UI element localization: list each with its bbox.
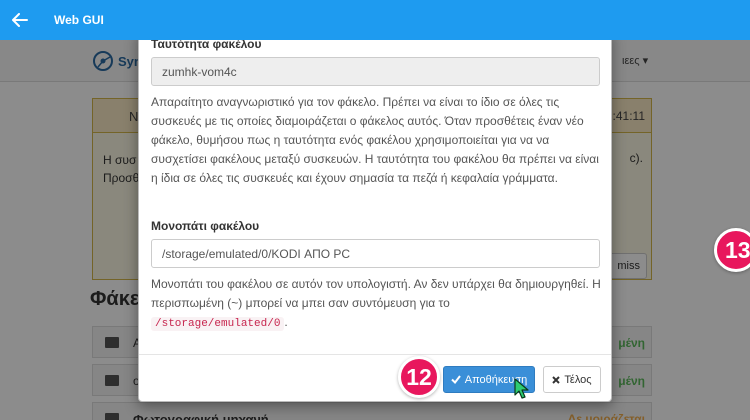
folder-path-help-end: . <box>284 315 288 329</box>
app-title: Web GUI <box>54 13 104 27</box>
folder-path-help: Μονοπάτι του φακέλου σε αυτόν τον υπολογ… <box>151 275 601 334</box>
folder-path-code: /storage/emulated/0 <box>151 317 285 331</box>
step-badge-13: 13 <box>714 228 750 272</box>
dialog-footer: Αποθήκευση Τέλος <box>139 354 611 401</box>
step-badge-12: 12 <box>398 356 440 398</box>
close-button[interactable]: Τέλος <box>543 366 601 393</box>
dialog-body: Ταυτότητα φακέλου Απαραίτητο αναγνωριστι… <box>139 31 611 354</box>
close-button-label: Τέλος <box>564 373 592 386</box>
app-bar: Web GUI <box>0 0 750 40</box>
folder-path-label: Μονοπάτι φακέλου <box>151 219 260 233</box>
mouse-cursor-icon <box>514 378 529 399</box>
arrow-left-icon <box>12 13 28 27</box>
edit-folder-dialog: Ταυτότητα φακέλου Απαραίτητο αναγνωριστι… <box>138 30 612 402</box>
close-icon <box>552 375 561 384</box>
folder-path-input[interactable] <box>151 239 600 268</box>
check-icon <box>451 375 461 384</box>
folder-id-help: Απαραίτητο αναγνωριστικό για τον φάκελο.… <box>151 95 599 185</box>
folder-path-help-text: Μονοπάτι του φακέλου σε αυτόν τον υπολογ… <box>151 277 601 310</box>
back-button[interactable] <box>2 0 38 40</box>
folder-id-input[interactable] <box>151 57 600 86</box>
